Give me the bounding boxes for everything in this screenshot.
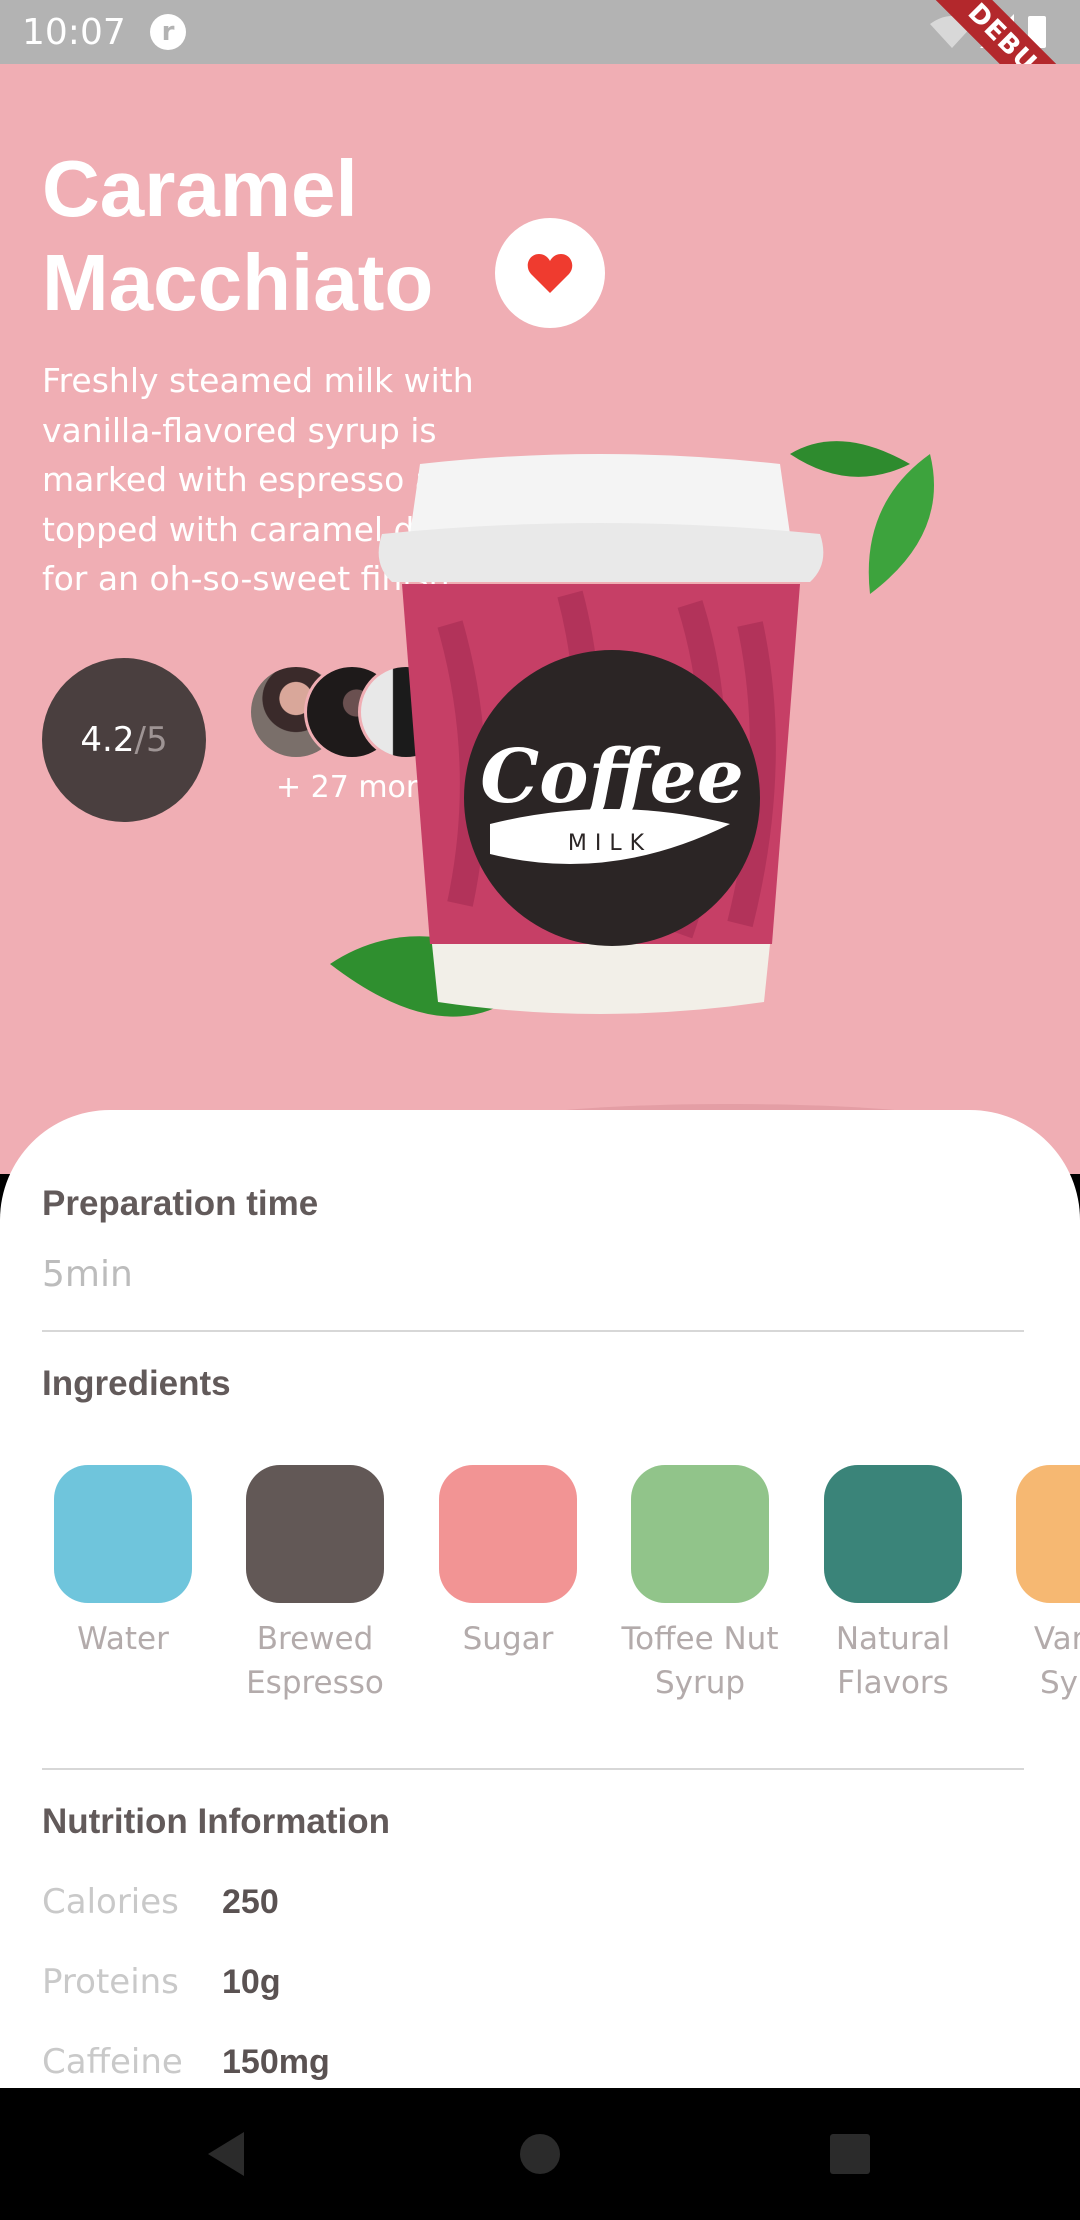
ingredient-swatch [54,1465,192,1603]
app-notification-icon: r [150,14,186,50]
ingredient-item[interactable]: VanillaSyrup [995,1465,1080,1705]
divider [42,1330,1024,1332]
status-time: 10:07 [22,12,126,53]
nutrition-value: 150mg [222,2043,330,2081]
cup-bottom [432,944,770,1014]
status-bar: 10:07 r DEBUG [0,0,1080,160]
hero-section: Caramel Macchiato Freshly steamed milk w… [0,64,1080,1174]
ingredient-label: Natural Flavors [835,1621,951,1701]
ingredient-swatch [824,1465,962,1603]
ingredient-swatch [439,1465,577,1603]
nutrition-title: Nutrition Information [42,1802,391,1841]
ingredient-label: VanillaSyrup [1033,1621,1080,1701]
navigation-bar [0,2088,1080,2220]
nutrition-value: 10g [222,1963,281,2001]
ingredient-item[interactable]: Water [33,1465,213,1661]
coffee-cup-illustration: Coffee MILK [330,441,970,1148]
ingredient-item[interactable]: Natural Flavors [803,1465,983,1705]
rating-badge: 4.2/5 [42,658,206,822]
ingredient-label: Water [77,1621,169,1657]
divider [42,1768,1024,1770]
nutrition-label: Caffeine [42,2042,183,2082]
product-title: Caramel Macchiato [42,144,434,327]
ingredient-label: Toffee Nut Syrup [621,1621,779,1701]
ingredient-label: Sugar [462,1621,554,1657]
leaf-decoration [868,454,934,594]
heart-icon [527,254,573,293]
nutrition-value: 250 [222,1883,279,1921]
ingredient-swatch [631,1465,769,1603]
details-sheet: Preparation time 5min Ingredients Water … [0,1110,1080,2110]
nutrition-label: Proteins [42,1962,179,2002]
home-icon[interactable] [510,2124,570,2184]
cup-logo-subtext: MILK [568,831,652,856]
ingredient-item[interactable]: Sugar [418,1465,598,1661]
rating-value: 4.2 [80,720,135,760]
ingredients-list[interactable]: Water Brewed Espresso Sugar Toffee Nut Syr… [0,1465,1080,1725]
prep-time-title: Preparation time [42,1184,319,1223]
ingredient-label: Brewed Espresso [246,1621,384,1701]
rating-max: /5 [134,720,168,760]
nutrition-label: Calories [42,1882,179,1922]
leaf-decoration [790,441,910,477]
prep-time-value: 5min [42,1254,133,1295]
nutrition-row: Caffeine 150mg [42,2042,330,2082]
ingredient-swatch [1016,1465,1080,1603]
recents-icon[interactable] [820,2124,880,2184]
nutrition-row: Calories 250 [42,1882,279,1922]
cup-lid [410,454,790,534]
back-icon[interactable] [196,2124,256,2184]
ingredients-title: Ingredients [42,1364,231,1403]
ingredient-item[interactable]: Brewed Espresso [225,1465,405,1705]
favorite-button[interactable] [495,218,605,328]
nutrition-row: Proteins 10g [42,1962,281,2002]
cup-logo-text: Coffee [480,734,744,820]
ingredient-swatch [246,1465,384,1603]
ingredient-item[interactable]: Toffee Nut Syrup [610,1465,790,1705]
